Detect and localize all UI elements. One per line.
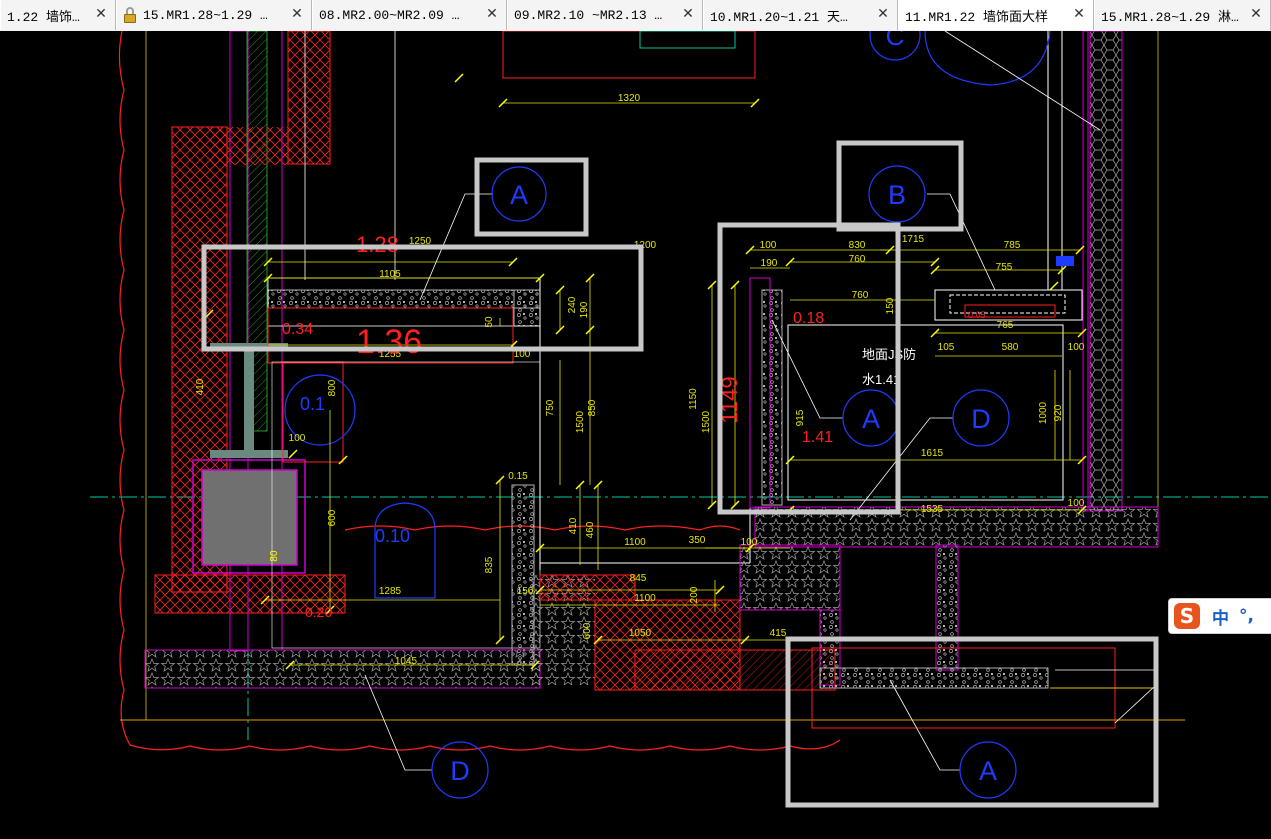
dimension-label: 830 bbox=[849, 240, 866, 251]
document-tab-bar: 1.22 墙饰… ✕ 15.MR1.28~1.29 … ✕ 08.MR2.00~… bbox=[0, 0, 1271, 32]
dimension-label: 1100 bbox=[634, 593, 656, 604]
dimension-label: 100 bbox=[1068, 342, 1085, 353]
dimension-label: 750 bbox=[545, 399, 556, 416]
dimension-label: 100 bbox=[760, 240, 777, 251]
tab-label: 1.22 墙饰… bbox=[7, 9, 80, 25]
dimension-label: 350 bbox=[689, 535, 706, 546]
document-tab[interactable]: 15.MR1.28~1.29 … ✕ bbox=[116, 0, 312, 30]
dimension-label: 460 bbox=[585, 521, 596, 538]
dimension-label: 845 bbox=[630, 573, 647, 584]
floor-note: 水1.41 bbox=[862, 372, 900, 387]
dimension-label: 1500 bbox=[575, 410, 586, 433]
dimension-label: 600 bbox=[327, 509, 338, 526]
dimension-label: 760 bbox=[849, 254, 866, 265]
sogou-logo-icon[interactable]: S bbox=[1174, 603, 1200, 629]
callout-c-label: C bbox=[886, 31, 905, 51]
ime-punctuation-toggle[interactable]: °, bbox=[1239, 606, 1254, 626]
dimension-label: 580 bbox=[1002, 342, 1019, 353]
dimension-label: 190 bbox=[579, 301, 590, 318]
dimension-label: 100 bbox=[1068, 498, 1085, 509]
document-tab[interactable]: 08.MR2.00~MR2.09 … ✕ bbox=[312, 0, 507, 30]
dimension-label: 1045 bbox=[395, 656, 418, 667]
dimension-label: 1050 bbox=[629, 628, 652, 639]
dimension-label: 920 bbox=[1053, 404, 1064, 421]
dimension-label: 1150 bbox=[688, 388, 699, 410]
dimension-label: 190 bbox=[761, 258, 778, 269]
close-icon[interactable]: ✕ bbox=[1071, 6, 1087, 22]
dimension-label: 410 bbox=[568, 517, 579, 534]
dimension-label: 785 bbox=[1004, 240, 1021, 251]
dimension-label: 1100 bbox=[624, 537, 646, 548]
callout-a-label: A bbox=[862, 404, 880, 434]
close-icon[interactable]: ✕ bbox=[93, 6, 109, 22]
dimension-label: 240 bbox=[567, 296, 578, 313]
room-label: 0.34 bbox=[282, 321, 313, 338]
tab-label: 08.MR2.00~MR2.09 … bbox=[319, 7, 460, 23]
callout-a-label: A bbox=[510, 180, 528, 210]
close-icon[interactable]: ✕ bbox=[289, 6, 305, 22]
dimension-label: 835 bbox=[484, 556, 495, 573]
dimension-label: 150 bbox=[885, 297, 896, 314]
close-icon[interactable]: ✕ bbox=[680, 6, 696, 22]
dimension-label: 915 bbox=[795, 409, 806, 426]
tab-label: 10.MR1.20~1.21 天… bbox=[710, 9, 848, 25]
floor-note: 地面JS防 bbox=[862, 347, 916, 362]
tab-label: 11.MR1.22 墙饰面大样 bbox=[905, 9, 1049, 25]
dimension-label: 1000 bbox=[1038, 401, 1049, 424]
room-label: 0.05 bbox=[968, 310, 986, 320]
dimension-label: 1320 bbox=[618, 93, 641, 104]
dimension-label: 760 bbox=[852, 290, 869, 301]
callout-d-label: D bbox=[450, 756, 470, 786]
document-tab-active[interactable]: 11.MR1.22 墙饰面大样 ✕ bbox=[898, 0, 1094, 30]
close-icon[interactable]: ✕ bbox=[875, 6, 891, 22]
dimension-label: 150 bbox=[517, 586, 534, 597]
room-label: 1.41 bbox=[802, 429, 833, 446]
dimension-label: 50 bbox=[484, 316, 495, 328]
dimension-label: 410 bbox=[195, 378, 206, 395]
close-icon[interactable]: ✕ bbox=[1248, 6, 1264, 22]
dimension-label: 765 bbox=[997, 320, 1014, 331]
dimension-label: 105 bbox=[938, 342, 955, 353]
dimension-label: 850 bbox=[587, 399, 598, 416]
room-label: 0.18 bbox=[793, 310, 824, 327]
ime-toolbar[interactable]: S 中 °, bbox=[1168, 598, 1271, 634]
dimension-label: 0.15 bbox=[508, 471, 528, 482]
dimension-label: 100 bbox=[289, 433, 306, 444]
dimension-label: 1715 bbox=[902, 234, 925, 245]
dimension-label: 1500 bbox=[701, 410, 712, 433]
cad-drawing-canvas[interactable]: C 1320 1250 1105 1200 240 190 50 1255 10… bbox=[0, 31, 1271, 839]
document-tab[interactable]: 09.MR2.10 ~MR2.13 … ✕ bbox=[507, 0, 703, 30]
dimension-label: 1105 bbox=[379, 269, 401, 280]
lock-icon bbox=[123, 7, 137, 23]
tab-label: 09.MR2.10 ~MR2.13 … bbox=[514, 7, 663, 23]
dimension-label: 415 bbox=[770, 628, 787, 639]
dimension-label: 1535 bbox=[921, 504, 944, 515]
room-label: 1.36 bbox=[356, 323, 422, 361]
room-label: 0.10 bbox=[375, 526, 410, 546]
document-tab[interactable]: 1.22 墙饰… ✕ bbox=[0, 0, 116, 30]
document-tab[interactable]: 15.MR1.28~1.29 淋… ✕ bbox=[1094, 0, 1271, 30]
dimension-label: 200 bbox=[689, 586, 700, 603]
callout-d-label: D bbox=[971, 404, 991, 434]
dimension-label: 100 bbox=[741, 537, 758, 548]
room-label: 0.20 bbox=[305, 604, 332, 620]
dimension-label: 1615 bbox=[921, 448, 944, 459]
close-icon[interactable]: ✕ bbox=[484, 6, 500, 22]
document-tab[interactable]: 10.MR1.20~1.21 天… ✕ bbox=[703, 0, 898, 30]
dimension-label: 80 bbox=[269, 550, 280, 562]
tab-label: 15.MR1.28~1.29 … bbox=[143, 7, 268, 23]
tab-label: 15.MR1.28~1.29 淋… bbox=[1101, 9, 1239, 25]
dimension-label: 800 bbox=[327, 379, 338, 396]
callout-b-label: B bbox=[888, 180, 906, 210]
dimension-label: 755 bbox=[996, 262, 1013, 273]
dimension-label: 600 bbox=[582, 622, 593, 639]
callout-a-label: A bbox=[979, 756, 997, 786]
room-label: 0.1 bbox=[300, 394, 325, 414]
ime-language-toggle[interactable]: 中 bbox=[1212, 604, 1229, 629]
dimension-label: 1285 bbox=[379, 586, 402, 597]
